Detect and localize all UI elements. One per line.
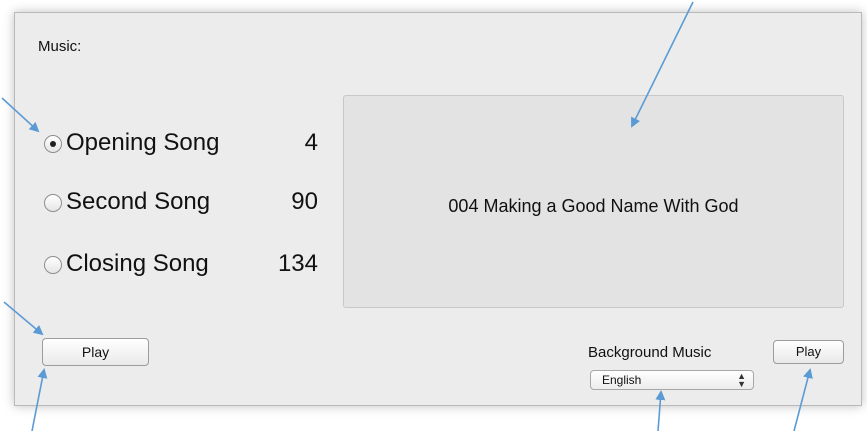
opening-song-number: 4	[304, 129, 318, 156]
language-select-value: English	[602, 373, 642, 387]
play-song-button[interactable]: Play	[42, 338, 149, 366]
updown-chevron-icon: ▲ ▼	[737, 371, 746, 389]
radio-closing-song[interactable]: Closing Song 134	[40, 246, 320, 284]
radio-second-song[interactable]: Second Song 90	[40, 184, 320, 222]
song-title-text: 004 Making a Good Name With God	[448, 196, 739, 216]
play-background-button[interactable]: Play	[773, 340, 844, 364]
second-song-number: 90	[291, 188, 318, 215]
radio-unselected-icon[interactable]	[44, 256, 62, 274]
second-song-label: Second Song	[66, 188, 211, 215]
music-label: Music:	[38, 38, 82, 55]
language-select[interactable]: English ▲ ▼	[590, 370, 754, 390]
radio-selected-icon[interactable]	[44, 135, 62, 153]
background-music-label: Background Music	[588, 344, 712, 361]
radio-unselected-icon[interactable]	[44, 194, 62, 212]
radio-opening-song[interactable]: Opening Song 4	[40, 125, 320, 163]
closing-song-label: Closing Song	[66, 250, 209, 277]
song-title-display: 004 Making a Good Name With God	[343, 95, 844, 308]
closing-song-number: 134	[277, 250, 318, 277]
opening-song-label: Opening Song	[66, 129, 220, 156]
